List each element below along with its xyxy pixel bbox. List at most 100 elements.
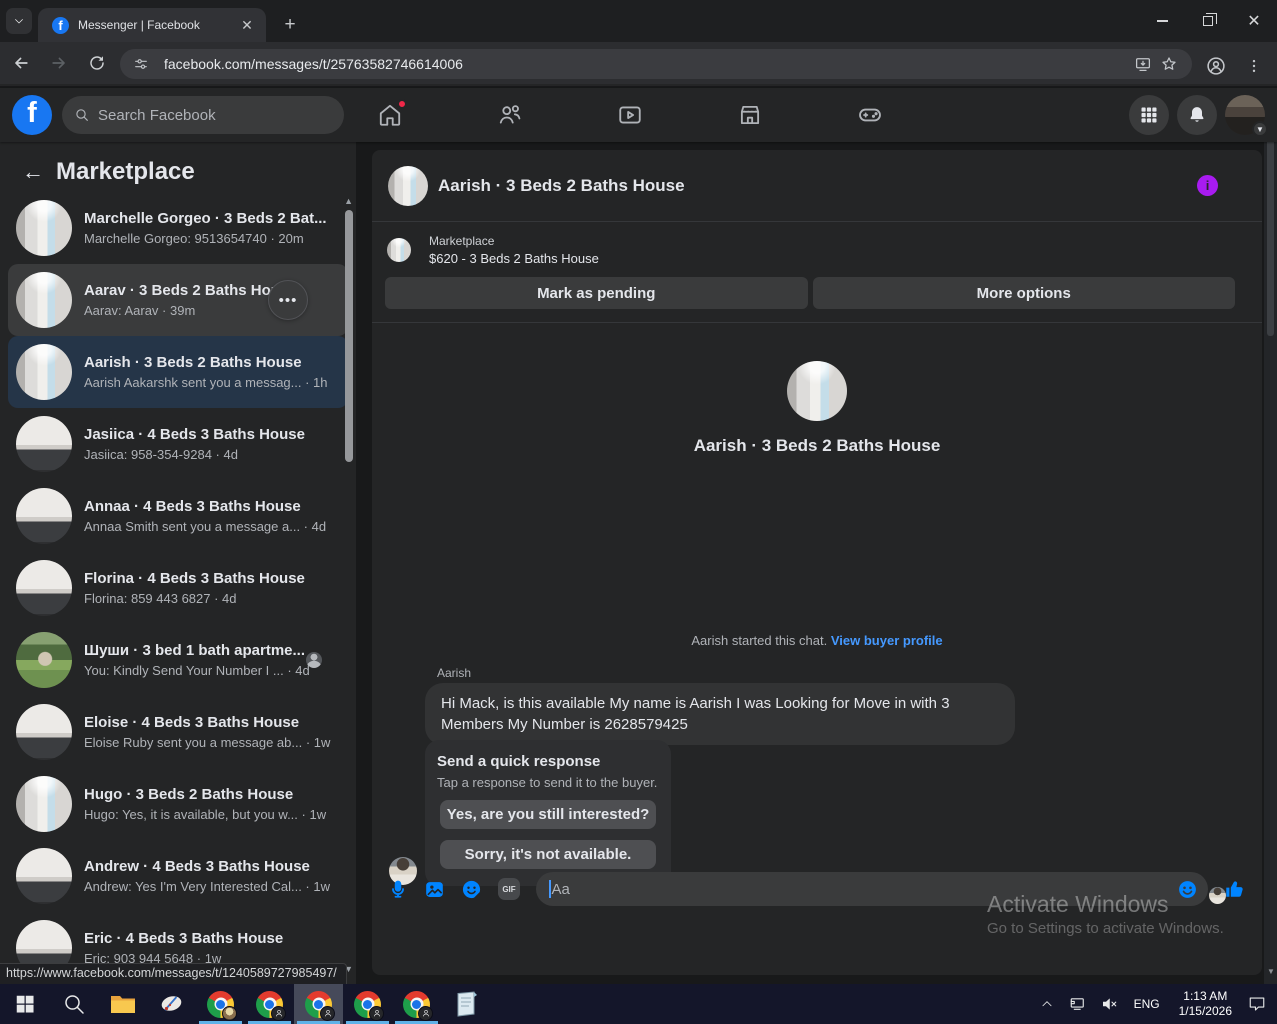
new-tab-button[interactable]: +	[276, 11, 304, 39]
marketplace-label: Marketplace	[429, 234, 495, 248]
sticker-icon[interactable]	[461, 879, 482, 900]
forward-button[interactable]	[42, 46, 76, 80]
nav-marketplace-tab[interactable]	[737, 102, 763, 128]
back-button[interactable]	[4, 46, 38, 80]
window-minimize-button[interactable]	[1139, 0, 1185, 42]
facebook-logo[interactable]: f	[12, 95, 52, 135]
taskbar-chrome-5[interactable]	[392, 984, 441, 1024]
quick-response-option-yes[interactable]: Yes, are you still interested?	[440, 800, 656, 829]
window-close-button[interactable]: ✕	[1231, 0, 1277, 42]
nav-watch-tab[interactable]	[617, 102, 643, 128]
conversation-item[interactable]: Jasiica · 4 Beds 3 Baths House Jasiica: …	[8, 408, 348, 480]
conversation-item[interactable]: Hugo · 3 Beds 2 Baths House Hugo: Yes, i…	[8, 768, 348, 840]
voice-clip-icon[interactable]	[388, 879, 408, 900]
sidebar-title: Marketplace	[56, 158, 195, 185]
taskbar-chrome-4[interactable]	[343, 984, 392, 1024]
message-composer: GIF Aa	[372, 872, 1262, 906]
install-app-icon[interactable]	[1130, 51, 1156, 77]
browser-profile-icon[interactable]	[1199, 49, 1233, 83]
nav-home-tab[interactable]	[377, 99, 407, 128]
clock[interactable]: 1:13 AM 1/15/2026	[1173, 989, 1238, 1019]
bookmark-star-icon[interactable]	[1156, 51, 1182, 77]
gif-icon[interactable]: GIF	[498, 878, 520, 900]
tray-expand-icon[interactable]	[1035, 984, 1059, 1024]
taskbar-search-icon[interactable]	[49, 984, 98, 1024]
message-sender-name: Aarish	[437, 666, 472, 680]
reload-button[interactable]	[80, 46, 114, 80]
window-restore-button[interactable]	[1185, 0, 1231, 42]
taskbar-chrome-2[interactable]	[245, 984, 294, 1024]
profile-avatar[interactable]: ▼	[1225, 95, 1268, 137]
snipping-tool-icon[interactable]	[147, 984, 196, 1024]
quick-response-title: Send a quick response	[437, 753, 601, 770]
chat-avatar[interactable]	[388, 165, 428, 206]
listing-avatar	[16, 704, 72, 760]
browser-tab[interactable]: f Messenger | Facebook ✕	[38, 8, 266, 42]
conversation-preview: Annaa Smith sent you a message a... · 4d	[84, 519, 327, 534]
nav-gaming-tab[interactable]	[857, 102, 883, 128]
conversation-preview: Aarish Aakarshk sent you a messag... · 1…	[84, 375, 328, 390]
taskbar-chrome-1[interactable]	[196, 984, 245, 1024]
conversation-title: Florina · 4 Beds 3 Baths House	[84, 570, 305, 587]
apps-menu-icon[interactable]	[1129, 95, 1169, 135]
conversation-preview: Marchelle Gorgeo: 9513654740 · 20m	[84, 231, 304, 246]
attach-image-icon[interactable]	[424, 879, 445, 900]
tab-search-icon[interactable]	[6, 8, 32, 34]
browser-menu-icon[interactable]	[1237, 49, 1271, 83]
conversation-item[interactable]: Marchelle Gorgeo · 3 Beds 2 Bat... March…	[8, 192, 348, 264]
listing-avatar	[16, 344, 72, 400]
sidebar-scrollbar[interactable]	[345, 210, 353, 462]
notifications-bell-icon[interactable]	[1177, 95, 1217, 135]
language-indicator[interactable]: ENG	[1128, 997, 1166, 1011]
message-input[interactable]: Aa	[536, 872, 1208, 906]
conversation-item[interactable]: Florina · 4 Beds 3 Baths House Florina: …	[8, 552, 348, 624]
action-center-icon[interactable]	[1245, 984, 1269, 1024]
site-settings-icon[interactable]	[128, 51, 154, 77]
quick-response-subtitle: Tap a response to send it to the buyer.	[437, 775, 658, 790]
tab-close-icon[interactable]: ✕	[238, 16, 256, 34]
conversation-preview: Jasiica: 958-354-9284 · 4d	[84, 447, 238, 462]
conversation-item[interactable]: Eloise · 4 Beds 3 Baths House Eloise Rub…	[8, 696, 348, 768]
file-explorer-icon[interactable]	[98, 984, 147, 1024]
more-options-button[interactable]: More options	[812, 277, 1235, 309]
quick-response-option-sorry[interactable]: Sorry, it's not available.	[440, 840, 656, 869]
listing-avatar	[16, 200, 72, 256]
notepad-icon[interactable]	[441, 984, 490, 1024]
marketplace-sidebar: ← Marketplace Marchelle Gorgeo · 3 Beds …	[0, 142, 356, 984]
conversation-item[interactable]: Annaa · 4 Beds 3 Baths House Annaa Smith…	[8, 480, 348, 552]
search-input[interactable]	[98, 106, 318, 124]
url-bar[interactable]: facebook.com/messages/t/2576358274661400…	[120, 49, 1192, 79]
scroll-down-icon[interactable]: ▼	[1267, 967, 1275, 976]
network-icon[interactable]	[1066, 984, 1090, 1024]
conversation-preview: Hugo: Yes, it is available, but you w...…	[84, 807, 327, 822]
back-arrow-icon[interactable]: ←	[22, 159, 52, 185]
conversation-item[interactable]: Шуши · 3 bed 1 bath apartme... You: Kind…	[8, 624, 348, 696]
listing-avatar	[16, 848, 72, 904]
view-buyer-profile-link[interactable]: View buyer profile	[831, 633, 943, 648]
emoji-icon[interactable]	[1177, 879, 1198, 900]
search-icon	[76, 109, 88, 121]
facebook-search[interactable]	[62, 96, 344, 134]
nav-friends-tab[interactable]	[497, 102, 523, 128]
volume-muted-icon[interactable]	[1097, 984, 1121, 1024]
sidebar-scroll-up-icon[interactable]: ▲	[344, 196, 353, 206]
conversation-item[interactable]: Aarish · 3 Beds 2 Baths House Aarish Aak…	[8, 336, 348, 408]
listing-avatar	[16, 488, 72, 544]
conversation-preview: Eloise Ruby sent you a message ab... · 1…	[84, 735, 331, 750]
conversation-menu-icon[interactable]: •••	[268, 280, 308, 320]
listing-thumbnail	[387, 238, 411, 262]
screen: f Messenger | Facebook ✕ + ✕ facebook.co…	[0, 0, 1277, 1024]
page-scrollbar[interactable]: ▲ ▼	[1264, 88, 1277, 984]
facebook-favicon-icon: f	[52, 16, 69, 34]
thumbs-up-icon[interactable]	[1224, 878, 1246, 900]
conversation-title: Annaa · 4 Beds 3 Baths House	[84, 498, 301, 515]
conversation-item[interactable]: Aarav · 3 Beds 2 Baths House Aarav: Aara…	[8, 264, 348, 336]
chat-intro-title: Aarish · 3 Beds 2 Baths House	[693, 436, 941, 455]
listing-avatar	[16, 272, 72, 328]
taskbar-chrome-3-active[interactable]	[294, 984, 343, 1024]
conversation-item[interactable]: Andrew · 4 Beds 3 Baths House Andrew: Ye…	[8, 840, 348, 912]
info-icon[interactable]: i	[1197, 175, 1218, 196]
conversation-preview: You: Kindly Send Your Number I ... · 4d	[84, 663, 310, 678]
mark-as-pending-button[interactable]: Mark as pending	[385, 277, 808, 309]
start-button[interactable]	[0, 984, 49, 1024]
